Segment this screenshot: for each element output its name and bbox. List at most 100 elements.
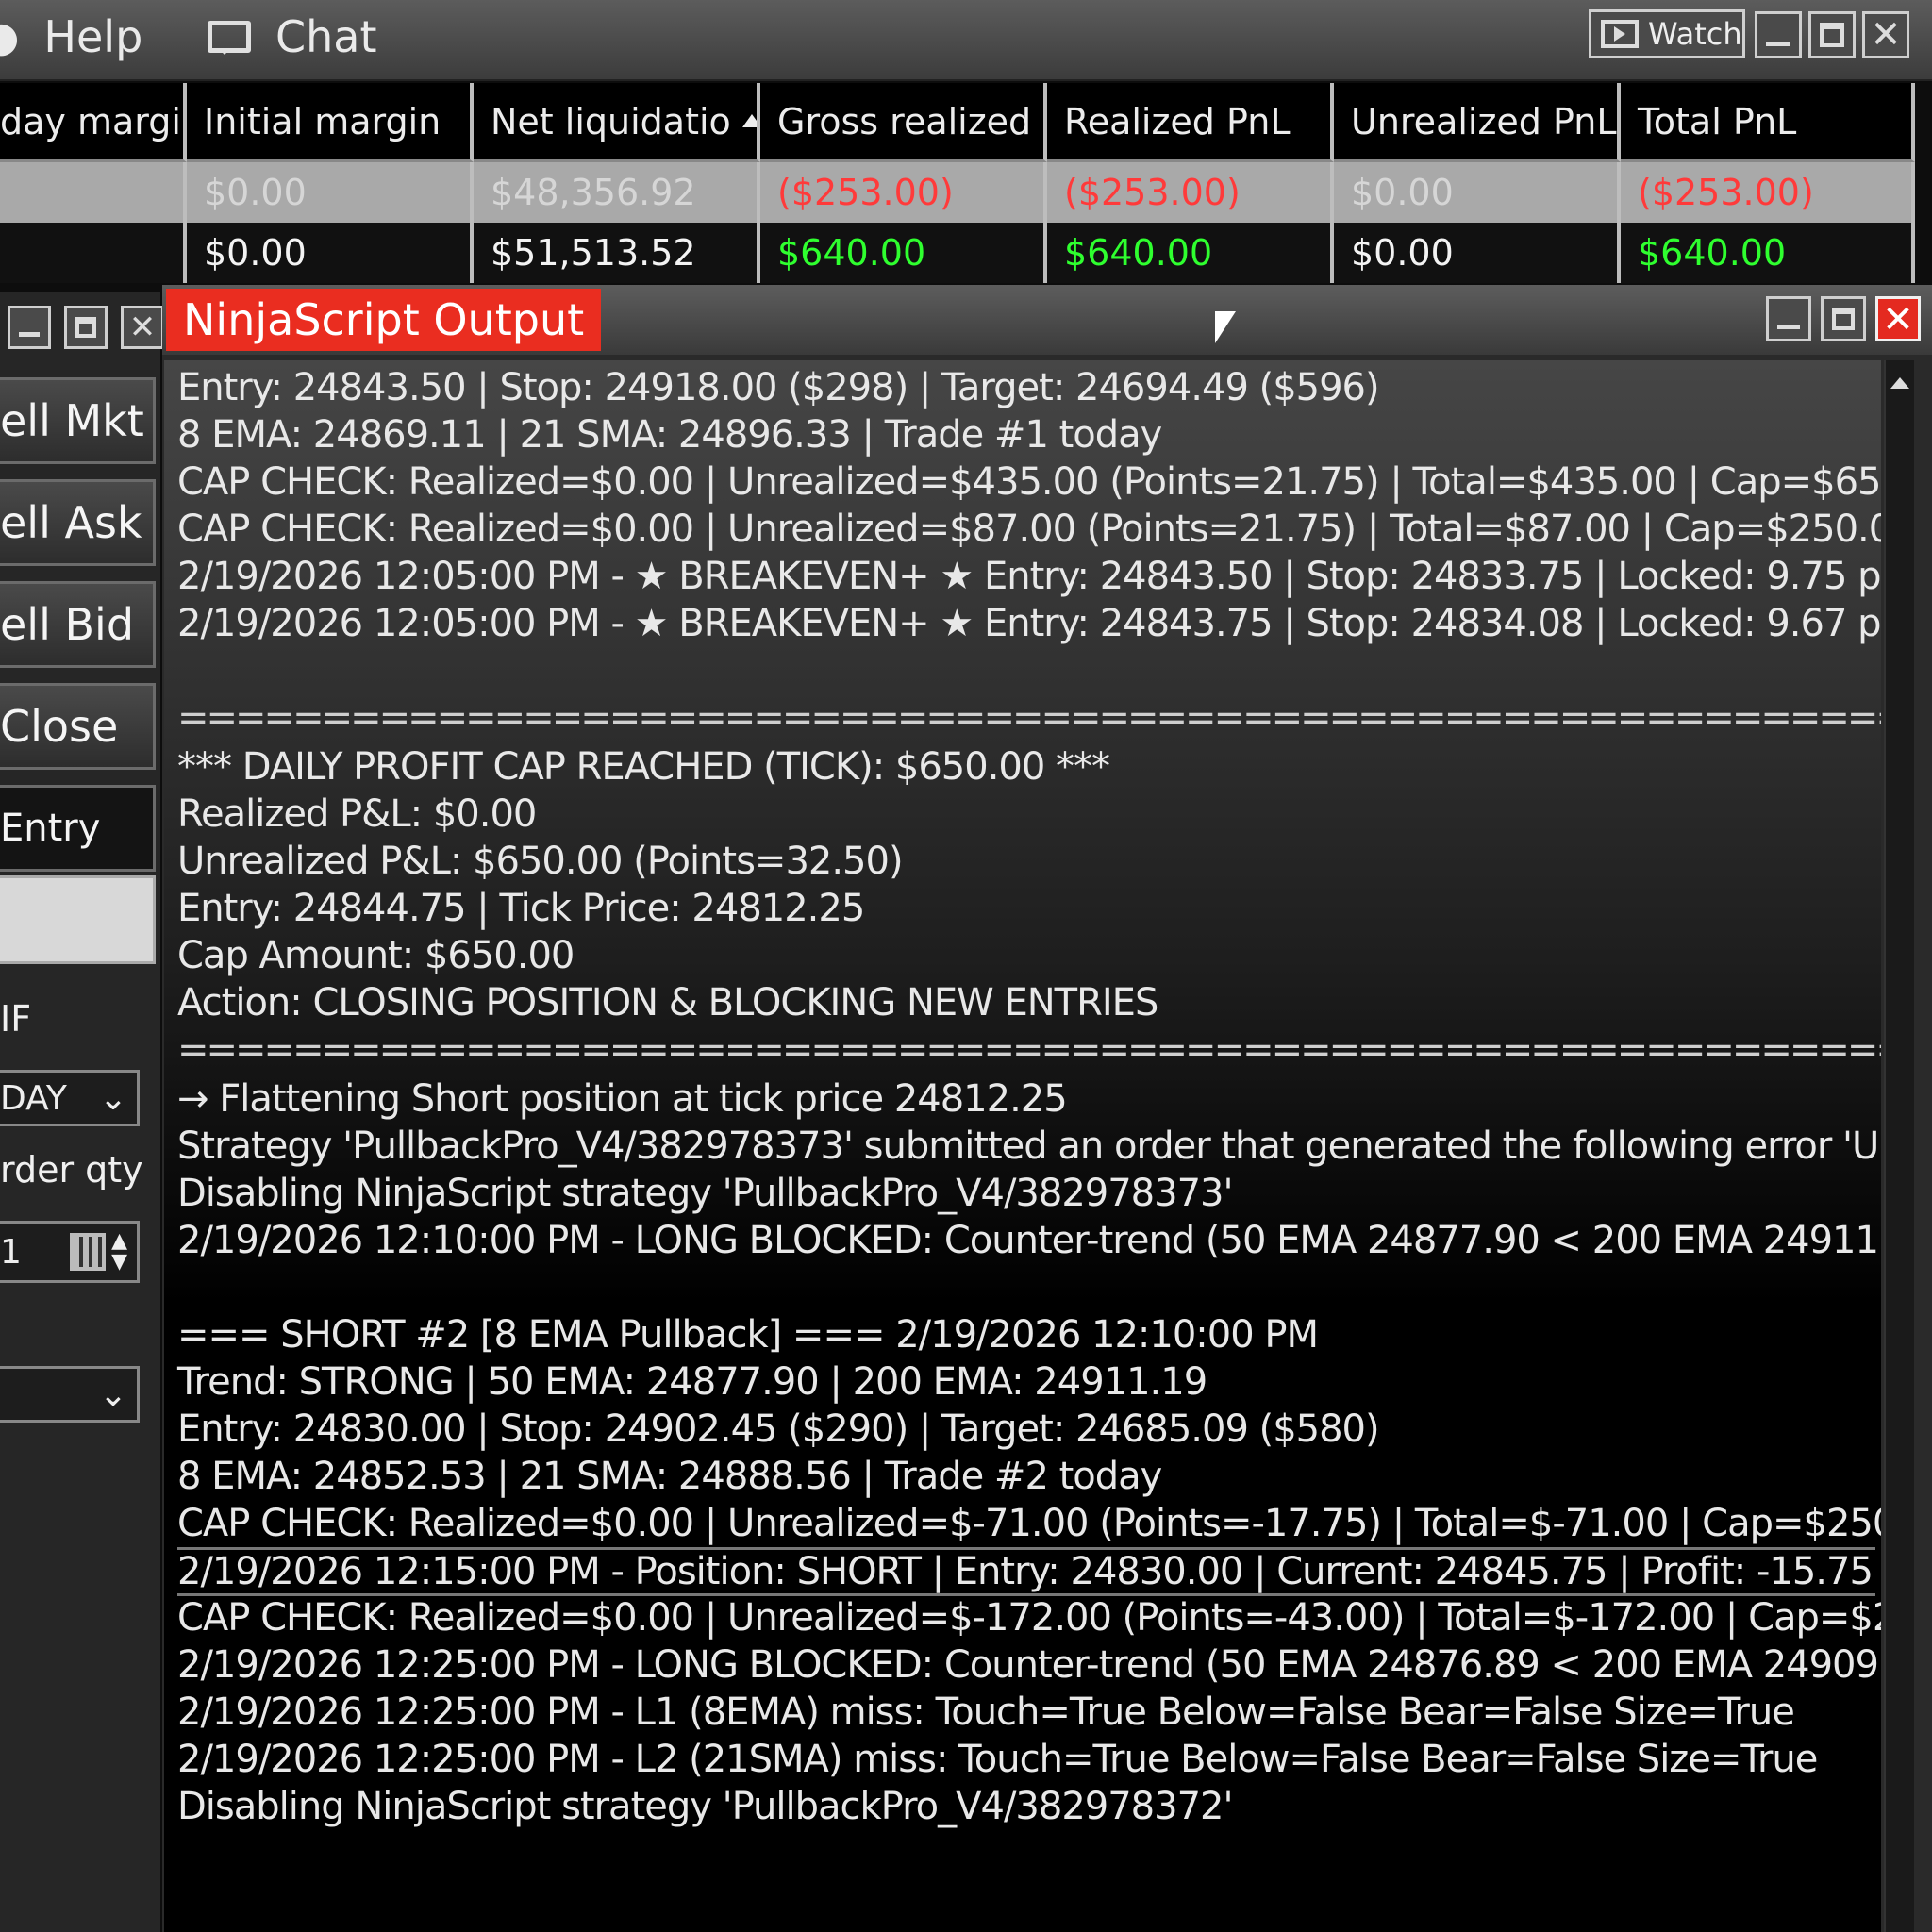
maximize-icon: [75, 317, 96, 338]
log-line: 8 EMA: 24852.53 | 21 SMA: 24888.56 | Tra…: [177, 1455, 1162, 1498]
order-qty-stepper[interactable]: 1 ▲ ▼: [0, 1221, 140, 1283]
sell-market-label: ell Mkt: [0, 395, 144, 446]
log-line: Disabling NinjaScript strategy 'Pullback…: [177, 1172, 1233, 1215]
sell-ask-button[interactable]: ell Ask: [0, 479, 156, 566]
col-header-net-liquidation[interactable]: Net liquidatio: [474, 83, 760, 162]
menu-help[interactable]: ● Help: [0, 11, 142, 62]
minimize-icon: [1766, 42, 1790, 46]
calculator-icon[interactable]: [70, 1233, 107, 1271]
minimize-icon: [19, 332, 40, 337]
col-header-label: Gross realized P: [777, 100, 1047, 142]
watch-icon: [1601, 20, 1639, 48]
log-separator: ========================================…: [177, 696, 1881, 740]
sell-market-button[interactable]: ell Mkt: [0, 377, 156, 464]
panel-maximize-button[interactable]: [64, 306, 108, 349]
log-line: 2/19/2026 12:10:00 PM - LONG BLOCKED: Co…: [177, 1219, 1881, 1262]
stepper-arrows-icon[interactable]: ▲ ▼: [111, 1231, 127, 1273]
menu-help-label: Help: [43, 11, 143, 62]
close-icon: ✕: [1870, 13, 1902, 57]
col-header-label: Initial margin: [204, 100, 441, 142]
log-line: Realized P&L: $0.00: [177, 792, 537, 836]
watch-label: Watch: [1648, 16, 1742, 52]
chevron-down-icon: ⌄: [98, 1374, 127, 1414]
grid-header-row: day margin Initial margin Net liquidatio…: [0, 83, 1915, 162]
cell-day-margin: [0, 223, 187, 283]
order-qty-value: 1: [0, 1232, 22, 1272]
log-line: 2/19/2026 12:05:00 PM - ★ BREAKEVEN+ ★ E…: [177, 602, 1881, 645]
order-entry-panel: ✕ ell Mkt ell Ask ell Bid Close Entry IF…: [0, 292, 164, 1932]
col-header-unrealized-pnl[interactable]: Unrealized PnL: [1334, 83, 1621, 162]
sell-bid-label: ell Bid: [0, 599, 135, 650]
col-header-initial-margin[interactable]: Initial margin: [187, 83, 474, 162]
entry-button[interactable]: Entry: [0, 785, 156, 872]
panel-minimize-button[interactable]: [8, 306, 51, 349]
log-line: → Flattening Short position at tick pric…: [177, 1077, 1068, 1121]
cell-gross-realized: $640.00: [760, 223, 1047, 283]
log-line: === SHORT #2 [8 EMA Pullback] === 2/19/2…: [177, 1313, 1319, 1357]
log-line: Entry: 24843.50 | Stop: 24918.00 ($298) …: [177, 366, 1380, 409]
log-line-selected: 2/19/2026 12:15:00 PM - Position: SHORT …: [177, 1547, 1881, 1596]
menu-bar: ● Help Chat Watch ✕: [0, 0, 1932, 81]
col-header-label: Unrealized PnL: [1351, 100, 1617, 142]
col-header-label: Realized PnL: [1064, 100, 1291, 142]
table-row[interactable]: $0.00 $51,513.52 $640.00 $640.00 $0.00 $…: [0, 223, 1915, 283]
col-header-total-pnl[interactable]: Total PnL: [1621, 83, 1915, 162]
help-icon: ●: [0, 12, 20, 61]
minimize-icon: [1777, 325, 1800, 329]
log-line: Trend: STRONG | 50 EMA: 24877.90 | 200 E…: [177, 1360, 1208, 1404]
chat-icon: [208, 21, 251, 55]
cell-gross-realized: ($253.00): [760, 162, 1047, 223]
menu-chat[interactable]: Chat: [208, 11, 377, 62]
table-row[interactable]: $0.00 $48,356.92 ($253.00) ($253.00) $0.…: [0, 162, 1915, 223]
col-header-label: Total PnL: [1638, 100, 1797, 142]
scroll-up-icon[interactable]: [1890, 368, 1909, 389]
col-header-day-margin[interactable]: day margin: [0, 83, 187, 162]
col-header-gross-realized[interactable]: Gross realized P: [760, 83, 1047, 162]
cell-day-margin: [0, 162, 187, 223]
app-maximize-button[interactable]: [1808, 11, 1856, 58]
log-line: 2/19/2026 12:25:00 PM - L2 (21SMA) miss:…: [177, 1738, 1818, 1781]
close-position-button[interactable]: Close: [0, 683, 156, 770]
output-scrollbar[interactable]: [1884, 360, 1914, 1932]
cell-net-liquidation: $48,356.92: [474, 162, 760, 223]
log-line: Entry: 24830.00 | Stop: 24902.45 ($290) …: [177, 1407, 1380, 1451]
close-icon: ✕: [1882, 298, 1914, 341]
panel-close-button[interactable]: ✕: [121, 306, 164, 349]
tif-select[interactable]: DAY ⌄: [0, 1070, 140, 1126]
app-close-button[interactable]: ✕: [1862, 11, 1909, 58]
output-log[interactable]: Entry: 24843.50 | Stop: 24918.00 ($298) …: [164, 360, 1881, 1932]
col-header-realized-pnl[interactable]: Realized PnL: [1047, 83, 1334, 162]
cell-realized-pnl: $640.00: [1047, 223, 1334, 283]
log-line: 8 EMA: 24869.11 | 21 SMA: 24896.33 | Tra…: [177, 413, 1162, 457]
col-header-label: Net liquidatio: [491, 100, 731, 142]
cell-unrealized-pnl: $0.00: [1334, 162, 1621, 223]
sell-bid-button[interactable]: ell Bid: [0, 581, 156, 668]
log-line: *** DAILY PROFIT CAP REACHED (TICK): $65…: [177, 745, 1110, 789]
log-line: CAP CHECK: Realized=$0.00 | Unrealized=$…: [177, 1596, 1881, 1640]
sell-ask-label: ell Ask: [0, 497, 142, 548]
log-line: Strategy 'PullbackPro_V4/382978373' subm…: [177, 1124, 1881, 1168]
output-title-bar[interactable]: NinjaScript Output ✕: [162, 285, 1932, 355]
app-minimize-button[interactable]: [1755, 11, 1802, 58]
cell-net-liquidation: $51,513.52: [474, 223, 760, 283]
mouse-cursor-icon: [1215, 311, 1236, 343]
output-maximize-button[interactable]: [1821, 296, 1866, 341]
cell-unrealized-pnl: $0.00: [1334, 223, 1621, 283]
log-line: 2/19/2026 12:25:00 PM - L1 (8EMA) miss: …: [177, 1690, 1795, 1734]
log-line: CAP CHECK: Realized=$0.00 | Unrealized=$…: [177, 460, 1881, 504]
output-window-title: NinjaScript Output: [166, 289, 602, 351]
accounts-grid: day margin Initial margin Net liquidatio…: [0, 83, 1915, 283]
log-line: CAP CHECK: Realized=$0.00 | Unrealized=$…: [177, 508, 1881, 551]
blank-select[interactable]: ⌄: [0, 1366, 140, 1423]
cell-total-pnl: $640.00: [1621, 223, 1915, 283]
output-close-button[interactable]: ✕: [1875, 296, 1921, 341]
close-icon: ✕: [128, 308, 157, 346]
cell-initial-margin: $0.00: [187, 223, 474, 283]
watch-button[interactable]: Watch: [1589, 9, 1745, 58]
entry-label: Entry: [0, 807, 101, 850]
tif-value: DAY: [0, 1078, 67, 1118]
blank-light-button[interactable]: [0, 875, 156, 964]
cell-total-pnl: ($253.00): [1621, 162, 1915, 223]
output-minimize-button[interactable]: [1766, 296, 1811, 341]
order-qty-label: rder qty: [0, 1149, 143, 1191]
